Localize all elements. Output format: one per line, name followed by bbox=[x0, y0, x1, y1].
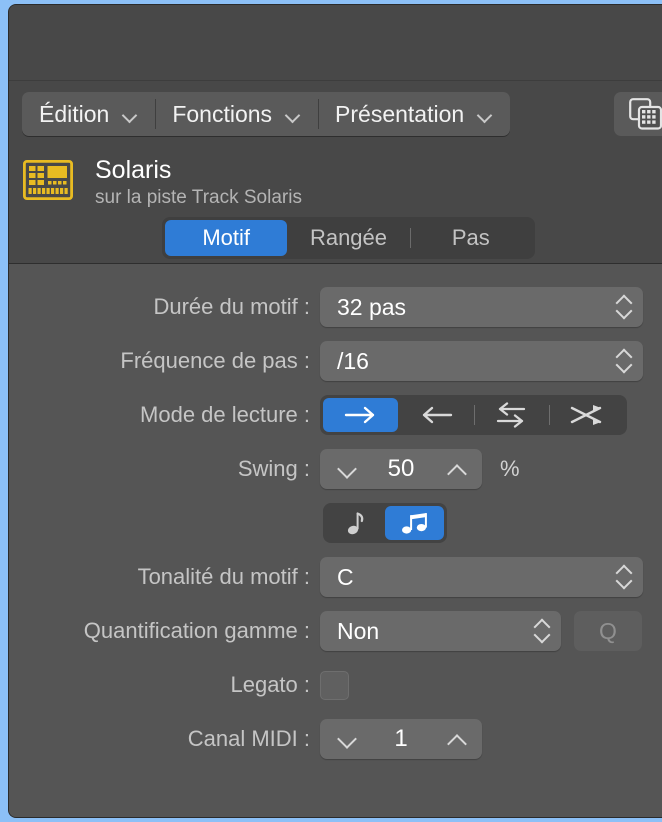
chevron-down-icon bbox=[286, 110, 301, 119]
row-note-division bbox=[9, 496, 662, 550]
pattern-settings-form: Durée du motif : 32 pas Fréquence de pas… bbox=[9, 264, 662, 817]
scale-quantize-q-button[interactable]: Q bbox=[574, 611, 642, 651]
chevron-up-icon[interactable] bbox=[446, 463, 466, 475]
pattern-info-text: Solaris sur la piste Track Solaris bbox=[95, 155, 302, 211]
step-grid-panels-icon bbox=[629, 98, 662, 130]
chevron-down-icon[interactable] bbox=[336, 733, 356, 745]
step-sequencer-window: Édition Fonctions Présentation Solaris s… bbox=[8, 4, 662, 818]
midi-channel-control: 1 bbox=[320, 719, 482, 759]
playback-mode-backward[interactable] bbox=[398, 398, 473, 432]
scale-quantize-select[interactable]: Non bbox=[320, 611, 561, 651]
chevron-down-icon bbox=[123, 110, 138, 119]
row-pattern-length: Durée du motif : 32 pas bbox=[9, 280, 662, 334]
updown-chevrons-icon bbox=[615, 348, 633, 374]
step-rate-value: /16 bbox=[337, 347, 369, 374]
legato-checkbox[interactable] bbox=[320, 670, 349, 700]
playback-mode-bidirectional[interactable] bbox=[473, 398, 549, 432]
note-division-straight[interactable] bbox=[326, 506, 385, 540]
tab-rangee[interactable]: Rangée bbox=[287, 220, 409, 256]
page-title: Solaris bbox=[95, 156, 172, 184]
row-swing: Swing : 50 % bbox=[9, 442, 662, 496]
row-midi-channel: Canal MIDI : 1 bbox=[9, 712, 662, 766]
row-pattern-key: Tonalité du motif : C bbox=[9, 550, 662, 604]
tab-pas-label: Pas bbox=[451, 225, 490, 250]
note-division-swung[interactable] bbox=[385, 506, 444, 540]
swing-unit: % bbox=[500, 456, 520, 481]
scale-quantize-value: Non bbox=[337, 617, 380, 644]
menu-fonctions[interactable]: Fonctions bbox=[155, 92, 318, 136]
midi-channel-stepper[interactable]: 1 bbox=[320, 719, 482, 759]
playback-mode-label: Mode de lecture : bbox=[140, 402, 310, 427]
playback-mode-forward[interactable] bbox=[323, 398, 399, 432]
tab-motif-label: Motif bbox=[202, 225, 250, 250]
menu-edition-label: Édition bbox=[39, 100, 110, 127]
pattern-key-label: Tonalité du motif : bbox=[137, 564, 310, 589]
note-division-control bbox=[320, 503, 447, 543]
step-grid-panels-button[interactable] bbox=[614, 92, 662, 136]
swing-value: 50 bbox=[387, 455, 415, 482]
row-playback-mode: Mode de lecture : bbox=[9, 388, 662, 442]
playback-mode-control bbox=[320, 395, 627, 435]
legato-label: Legato : bbox=[230, 672, 310, 697]
row-scale-quantize: Quantification gamme : Non Q bbox=[9, 604, 662, 658]
menu-edition[interactable]: Édition bbox=[22, 92, 155, 136]
pattern-key-control: C bbox=[320, 557, 643, 597]
midi-channel-label: Canal MIDI : bbox=[187, 726, 310, 751]
row-legato: Legato : bbox=[9, 658, 662, 712]
row-step-rate: Fréquence de pas : /16 bbox=[9, 334, 662, 388]
menu-presentation[interactable]: Présentation bbox=[318, 92, 510, 136]
pattern-length-value: 32 pas bbox=[337, 293, 407, 320]
pattern-length-label: Durée du motif : bbox=[153, 294, 310, 319]
shuffle-icon bbox=[571, 405, 602, 425]
swing-control: 50 % bbox=[320, 449, 520, 489]
menu-bar: Édition Fonctions Présentation bbox=[9, 81, 662, 147]
pattern-key-value: C bbox=[337, 563, 354, 590]
pattern-length-select[interactable]: 32 pas bbox=[320, 287, 643, 327]
view-tab-bar: Motif Rangée Pas bbox=[162, 217, 535, 259]
updown-chevrons-icon bbox=[615, 294, 633, 320]
window-top-strip bbox=[9, 5, 662, 81]
pattern-key-select[interactable]: C bbox=[320, 557, 643, 597]
track-subtitle: sur la piste Track Solaris bbox=[95, 187, 302, 208]
legato-control bbox=[320, 670, 349, 700]
pattern-info-header: Solaris sur la piste Track Solaris Motif… bbox=[9, 147, 662, 264]
playback-mode-random[interactable] bbox=[548, 398, 624, 432]
updown-chevrons-icon bbox=[533, 618, 551, 644]
midi-channel-value: 1 bbox=[394, 725, 408, 752]
chevron-down-icon[interactable] bbox=[336, 463, 356, 475]
arrows-bidirectional-icon bbox=[496, 402, 526, 428]
eighth-note-icon bbox=[347, 512, 363, 535]
scale-quantize-label: Quantification gamme : bbox=[83, 618, 310, 643]
scale-quantize-control: Non Q bbox=[320, 611, 642, 651]
tab-rangee-label: Rangée bbox=[309, 225, 388, 250]
swing-label: Swing : bbox=[237, 456, 310, 481]
beamed-notes-icon bbox=[401, 513, 427, 534]
tab-pas[interactable]: Pas bbox=[409, 220, 532, 256]
menu-button-group: Édition Fonctions Présentation bbox=[22, 92, 511, 136]
menu-fonctions-label: Fonctions bbox=[172, 100, 273, 127]
tab-motif[interactable]: Motif bbox=[165, 220, 288, 256]
chevron-up-icon[interactable] bbox=[446, 733, 466, 745]
pattern-info-row: Solaris sur la piste Track Solaris bbox=[9, 155, 662, 211]
arrow-left-icon bbox=[422, 406, 453, 424]
step-rate-label: Fréquence de pas : bbox=[120, 348, 310, 373]
swing-stepper[interactable]: 50 bbox=[320, 449, 482, 489]
chevron-down-icon bbox=[478, 110, 493, 119]
step-rate-control: /16 bbox=[320, 341, 643, 381]
menu-presentation-label: Présentation bbox=[335, 100, 465, 127]
step-rate-select[interactable]: /16 bbox=[320, 341, 643, 381]
scale-quantize-q-label: Q bbox=[599, 617, 617, 644]
note-division-segmented-control bbox=[323, 503, 447, 543]
playback-mode-segmented-control bbox=[320, 395, 627, 435]
arrow-right-icon bbox=[344, 406, 374, 424]
pattern-length-control: 32 pas bbox=[320, 287, 643, 327]
updown-chevrons-icon bbox=[615, 564, 633, 590]
step-sequencer-device-icon bbox=[22, 159, 74, 205]
